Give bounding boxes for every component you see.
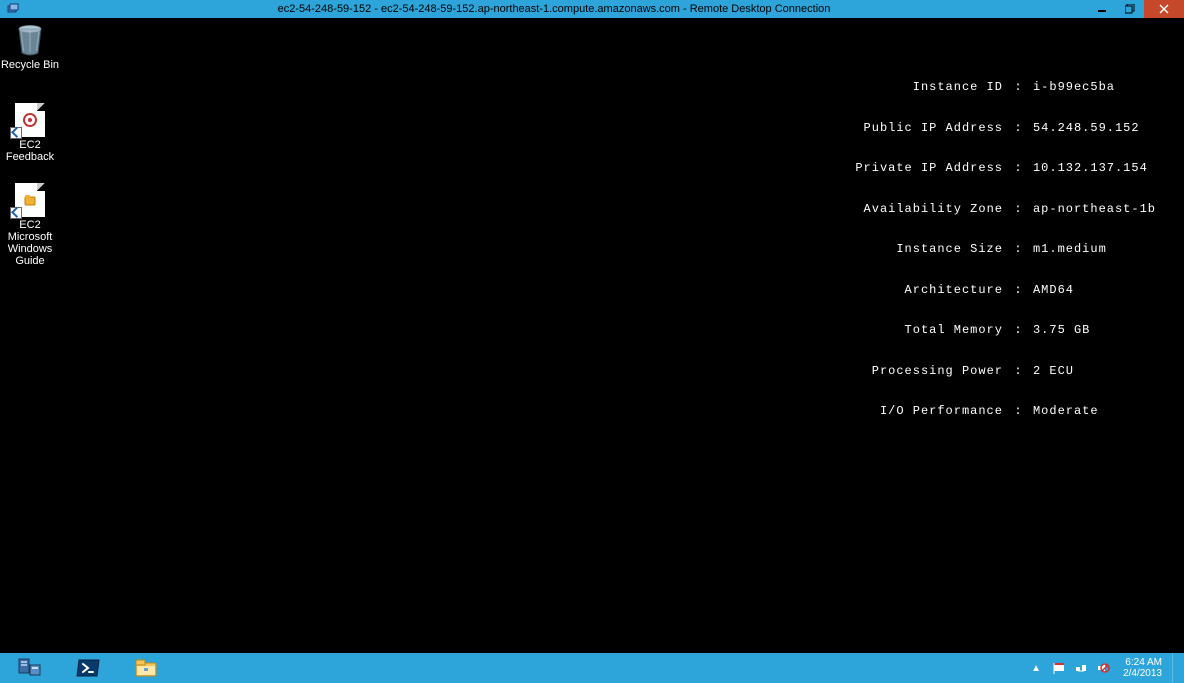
info-val: i-b99ec5ba: [1033, 81, 1133, 95]
info-key: Processing Power: [831, 365, 1003, 379]
tray-overflow-icon[interactable]: ▲: [1027, 663, 1045, 674]
info-val: 54.248.59.152: [1033, 122, 1140, 136]
file-explorer-taskbar-icon[interactable]: [126, 655, 166, 681]
window-title: ec2-54-248-59-152 - ec2-54-248-59-152.ap…: [20, 3, 1088, 15]
shortcut-overlay-icon: [10, 127, 22, 139]
close-button[interactable]: [1144, 0, 1184, 18]
info-key: Availability Zone: [831, 203, 1003, 217]
system-menu-icon[interactable]: [6, 2, 20, 16]
info-key: Public IP Address: [831, 122, 1003, 136]
taskbar-clock[interactable]: 6:24 AM 2/4/2013: [1123, 657, 1162, 679]
clock-date: 2/4/2013: [1123, 668, 1162, 679]
info-key: Total Memory: [831, 324, 1003, 338]
info-key: Instance ID: [831, 81, 1003, 95]
taskbar: ▲ 6:24 AM 2/4/2013: [0, 653, 1184, 683]
instance-info-overlay: Instance ID:i-b99ec5ba Public IP Address…: [831, 54, 1156, 446]
info-key: Instance Size: [831, 243, 1003, 257]
desktop[interactable]: Recycle Bin EC2 Feedback EC2 Microsoft W…: [0, 18, 1184, 653]
recycle-bin-icon[interactable]: Recycle Bin: [0, 23, 65, 71]
info-key: Private IP Address: [831, 162, 1003, 176]
server-manager-taskbar-icon[interactable]: [10, 655, 50, 681]
info-val: ap-northeast-1b: [1033, 203, 1156, 217]
clock-time: 6:24 AM: [1123, 657, 1162, 668]
info-val: 10.132.137.154: [1033, 162, 1148, 176]
info-val: 3.75 GB: [1033, 324, 1133, 338]
powershell-taskbar-icon[interactable]: [68, 655, 108, 681]
ec2-guide-icon[interactable]: EC2 Microsoft Windows Guide: [0, 183, 65, 267]
ec2-feedback-icon[interactable]: EC2 Feedback: [0, 103, 65, 163]
rdp-titlebar: ec2-54-248-59-152 - ec2-54-248-59-152.ap…: [0, 0, 1184, 18]
tray-flag-icon[interactable]: [1051, 660, 1067, 676]
restore-button[interactable]: [1116, 0, 1144, 18]
window-controls: [1088, 0, 1184, 18]
minimize-button[interactable]: [1088, 0, 1116, 18]
info-val: 2 ECU: [1033, 365, 1133, 379]
info-val: AMD64: [1033, 284, 1133, 298]
tray-network-icon[interactable]: [1073, 660, 1089, 676]
shortcut-overlay-icon: [10, 207, 22, 219]
info-key: Architecture: [831, 284, 1003, 298]
recycle-bin-label: Recycle Bin: [0, 59, 65, 71]
ec2-feedback-label: EC2 Feedback: [0, 139, 65, 163]
info-key: I/O Performance: [831, 405, 1003, 419]
info-val: Moderate: [1033, 405, 1133, 419]
show-desktop-button[interactable]: [1172, 653, 1180, 683]
info-val: m1.medium: [1033, 243, 1133, 257]
ec2-guide-label: EC2 Microsoft Windows Guide: [0, 219, 65, 267]
tray-volume-icon[interactable]: [1095, 660, 1111, 676]
